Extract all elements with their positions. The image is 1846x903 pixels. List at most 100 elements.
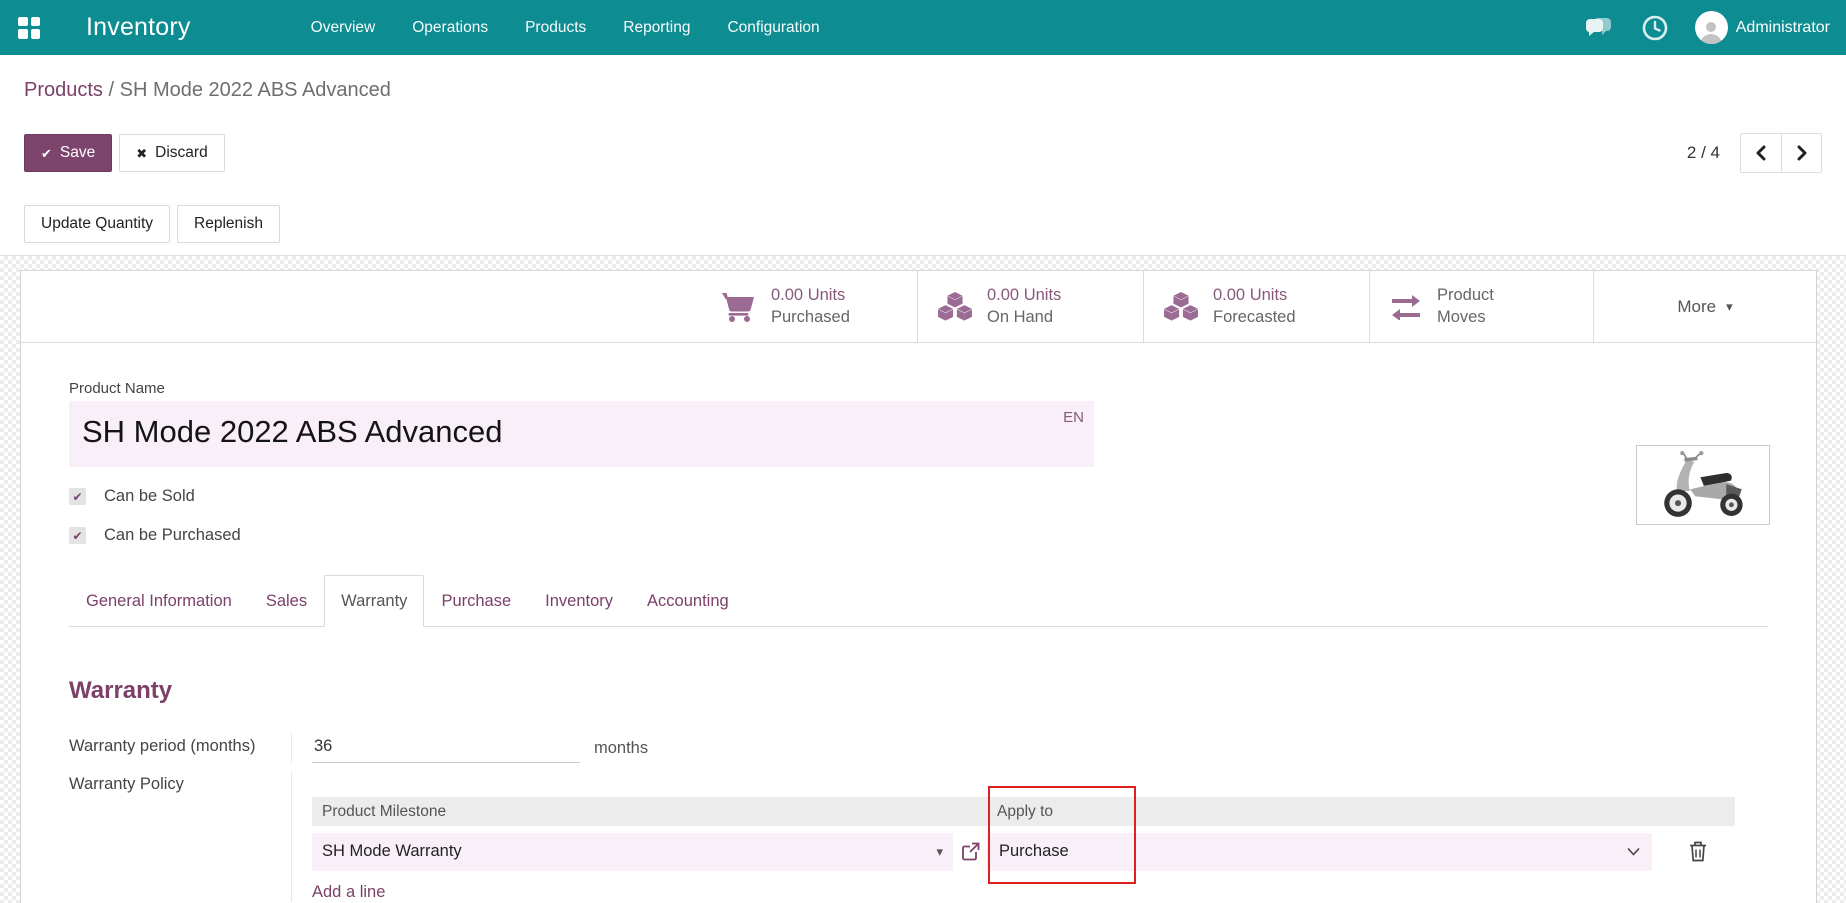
apply-to-select[interactable]: Purchase xyxy=(987,833,1652,871)
warranty-period-unit: months xyxy=(594,735,648,758)
user-avatar xyxy=(1695,11,1728,44)
apps-menu-icon[interactable] xyxy=(18,17,40,39)
warranty-policy-table: Product Milestone Apply to xyxy=(312,797,1735,873)
close-icon: ✖ xyxy=(136,147,147,160)
tab-purchase[interactable]: Purchase xyxy=(424,575,528,627)
warranty-policy-row: Warranty Policy Product Milestone Apply … xyxy=(69,771,1768,902)
caret-down-icon: ▾ xyxy=(1726,299,1733,315)
top-navbar: Inventory Overview Operations Products R… xyxy=(0,0,1846,55)
control-panel: Products / SH Mode 2022 ABS Advanced ✔ S… xyxy=(0,55,1846,256)
app-title[interactable]: Inventory xyxy=(86,13,191,42)
pager-previous-button[interactable] xyxy=(1741,134,1781,172)
scooter-image xyxy=(1647,451,1759,519)
nav-item-operations[interactable]: Operations xyxy=(408,13,492,43)
stat-label: Moves xyxy=(1437,308,1486,326)
messages-icon[interactable] xyxy=(1583,12,1615,44)
check-icon: ✔ xyxy=(41,147,52,160)
tab-accounting[interactable]: Accounting xyxy=(630,575,746,627)
can-be-purchased-checkbox[interactable]: ✔ xyxy=(69,527,86,544)
save-button-label: Save xyxy=(60,144,95,162)
product-milestone-value: SH Mode Warranty xyxy=(322,842,462,861)
apps-grid-square xyxy=(18,17,28,27)
activities-clock-icon[interactable] xyxy=(1639,12,1671,44)
breadcrumb-parent-link[interactable]: Products xyxy=(24,79,103,101)
stat-label: Purchased xyxy=(771,308,850,326)
product-name-input[interactable]: SH Mode 2022 ABS Advanced EN xyxy=(69,401,1094,467)
language-badge[interactable]: EN xyxy=(1063,409,1084,426)
can-be-sold-label: Can be Sold xyxy=(104,487,195,506)
main-menu: Overview Operations Products Reporting C… xyxy=(307,13,824,43)
stat-value: Product xyxy=(1437,286,1494,304)
update-quantity-button[interactable]: Update Quantity xyxy=(24,205,170,243)
form-fields: Product Name SH Mode 2022 ABS Advanced E… xyxy=(21,343,1816,902)
save-button[interactable]: ✔ Save xyxy=(24,134,112,172)
tab-general-information[interactable]: General Information xyxy=(69,575,249,627)
product-name-label: Product Name xyxy=(69,380,1768,397)
apps-grid-square xyxy=(31,29,41,39)
nav-item-overview[interactable]: Overview xyxy=(307,13,380,43)
warranty-section-title: Warranty xyxy=(69,677,1768,705)
stat-value: 0.00 Units xyxy=(987,286,1061,304)
apply-to-value: Purchase xyxy=(999,842,1069,861)
breadcrumb-current: SH Mode 2022 ABS Advanced xyxy=(120,79,391,101)
user-menu[interactable]: Administrator xyxy=(1695,11,1830,44)
stat-button-product-moves[interactable]: Product Moves xyxy=(1369,271,1593,342)
form-view-background: 0.00 Units Purchased 0.00 Un xyxy=(0,256,1846,903)
tab-warranty[interactable]: Warranty xyxy=(324,575,424,627)
more-label: More xyxy=(1677,297,1716,317)
product-milestone-field[interactable]: SH Mode Warranty ▾ xyxy=(312,833,953,871)
table-row: SH Mode Warranty ▾ xyxy=(312,828,1735,873)
warranty-period-row: Warranty period (months) months xyxy=(69,733,1768,763)
record-pager: 2 / 4 xyxy=(1687,133,1822,173)
column-header-product-milestone[interactable]: Product Milestone xyxy=(312,797,987,828)
form-sheet: 0.00 Units Purchased 0.00 Un xyxy=(20,270,1817,903)
stat-button-forecasted[interactable]: 0.00 Units Forecasted xyxy=(1143,271,1369,342)
breadcrumb-separator: / xyxy=(109,79,115,101)
dropdown-caret-icon: ▾ xyxy=(936,844,943,860)
product-name-value: SH Mode 2022 ABS Advanced xyxy=(69,401,1094,450)
nav-item-configuration[interactable]: Configuration xyxy=(723,13,823,43)
delete-row-trash-icon[interactable] xyxy=(1660,841,1735,862)
stat-value: 0.00 Units xyxy=(771,286,845,304)
can-be-sold-row: ✔ Can be Sold xyxy=(69,487,1768,506)
open-record-external-link-icon[interactable] xyxy=(953,842,987,861)
breadcrumb: Products / SH Mode 2022 ABS Advanced xyxy=(0,55,1846,103)
chevron-left-icon xyxy=(1754,145,1768,161)
pager-next-button[interactable] xyxy=(1781,134,1821,172)
action-buttons-row: Update Quantity Replenish xyxy=(0,205,1846,255)
stat-label: Forecasted xyxy=(1213,308,1296,326)
apps-grid-square xyxy=(18,29,28,39)
user-name: Administrator xyxy=(1736,19,1830,37)
product-image[interactable] xyxy=(1636,445,1770,525)
discard-button-label: Discard xyxy=(155,144,208,162)
select-chevron-icon xyxy=(1627,847,1640,856)
chevron-right-icon xyxy=(1795,145,1809,161)
notebook-tabs: General Information Sales Warranty Purch… xyxy=(69,575,1768,627)
stat-button-purchased[interactable]: 0.00 Units Purchased xyxy=(702,271,917,342)
exchange-arrows-icon xyxy=(1388,294,1424,320)
stat-label: On Hand xyxy=(987,308,1053,326)
add-a-line-link[interactable]: Add a line xyxy=(312,883,1768,902)
stat-value: 0.00 Units xyxy=(1213,286,1287,304)
control-panel-buttons: ✔ Save ✖ Discard 2 / 4 xyxy=(0,133,1846,173)
more-dropdown-button[interactable]: More ▾ xyxy=(1593,271,1816,342)
navbar-right: Administrator xyxy=(1583,11,1830,44)
apps-grid-square xyxy=(31,17,41,27)
nav-item-products[interactable]: Products xyxy=(521,13,590,43)
nav-item-reporting[interactable]: Reporting xyxy=(619,13,694,43)
warranty-period-input[interactable] xyxy=(312,735,580,763)
column-header-apply-to[interactable]: Apply to xyxy=(987,797,1660,828)
shopping-cart-icon xyxy=(720,291,758,323)
discard-button[interactable]: ✖ Discard xyxy=(119,134,224,172)
check-icon: ✔ xyxy=(72,490,82,504)
tab-sales[interactable]: Sales xyxy=(249,575,324,627)
cubes-icon xyxy=(1162,291,1200,323)
tab-inventory[interactable]: Inventory xyxy=(528,575,630,627)
can-be-sold-checkbox[interactable]: ✔ xyxy=(69,488,86,505)
stat-button-bar: 0.00 Units Purchased 0.00 Un xyxy=(21,271,1816,343)
stat-button-on-hand[interactable]: 0.00 Units On Hand xyxy=(917,271,1143,342)
replenish-button[interactable]: Replenish xyxy=(177,205,280,243)
check-icon: ✔ xyxy=(72,529,82,543)
can-be-purchased-label: Can be Purchased xyxy=(104,526,241,545)
pager-count: 2 / 4 xyxy=(1687,143,1720,163)
